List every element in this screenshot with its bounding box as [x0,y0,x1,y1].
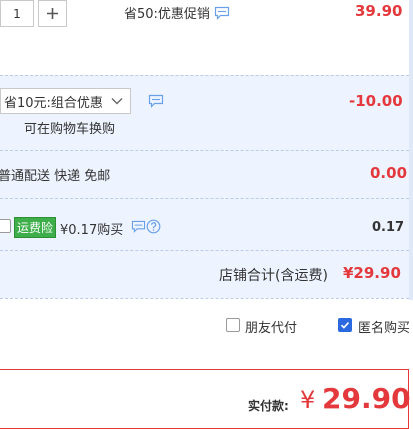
divider [0,75,409,76]
shipping-cost: 0.00 [370,164,408,182]
chat-bubble-icon[interactable] [148,94,164,108]
payment-amount: 29.90 [322,382,411,415]
insurance-amount: 0.17 [372,220,405,235]
insurance-band [0,198,409,298]
payment-currency: ¥ [300,386,316,414]
chevron-down-icon [111,98,123,105]
insurance-price: ¥0.17购买 [60,223,124,238]
store-total-label: 店铺合计(含运费) [219,268,328,284]
anonymous-checkbox[interactable] [338,318,352,332]
scroll-rail [409,0,413,300]
divider [0,298,409,299]
chat-bubble-icon[interactable] [131,220,146,233]
plus-icon [47,8,58,19]
shipping-label: 普通配送 快递 免邮 [0,169,111,184]
change-link[interactable]: 可在购物车换购 [24,118,115,137]
plus-button[interactable] [38,0,67,27]
insurance-checkbox[interactable] [0,219,11,233]
friend-pay-label[interactable]: 朋友代付 [245,317,297,336]
divider [0,198,409,199]
divider [0,250,409,251]
combo-select[interactable]: 省10元:组合优惠 [0,88,131,114]
combo-select-value: 省10元:组合优惠 [4,95,103,111]
divider [0,150,409,151]
friend-pay-checkbox[interactable] [226,318,240,332]
anonymous-label[interactable]: 匿名购买 [358,317,410,336]
quantity-input[interactable]: 1 [0,0,34,27]
item-price: 39.90 [355,2,403,20]
chat-bubble-icon[interactable] [214,6,230,20]
store-total-amount: ¥29.90 [343,264,401,282]
payment-label: 实付款: [248,399,289,413]
order-summary: 1 省50:优惠促销 39.90 省10元:组合优惠 -10.00 可在购物车换… [0,0,413,429]
promo-text: 省50:优惠促销 [124,7,210,22]
check-icon [340,322,350,329]
question-icon[interactable] [146,219,161,234]
insurance-badge: 运费险 [14,217,57,238]
combo-discount: -10.00 [349,92,403,110]
